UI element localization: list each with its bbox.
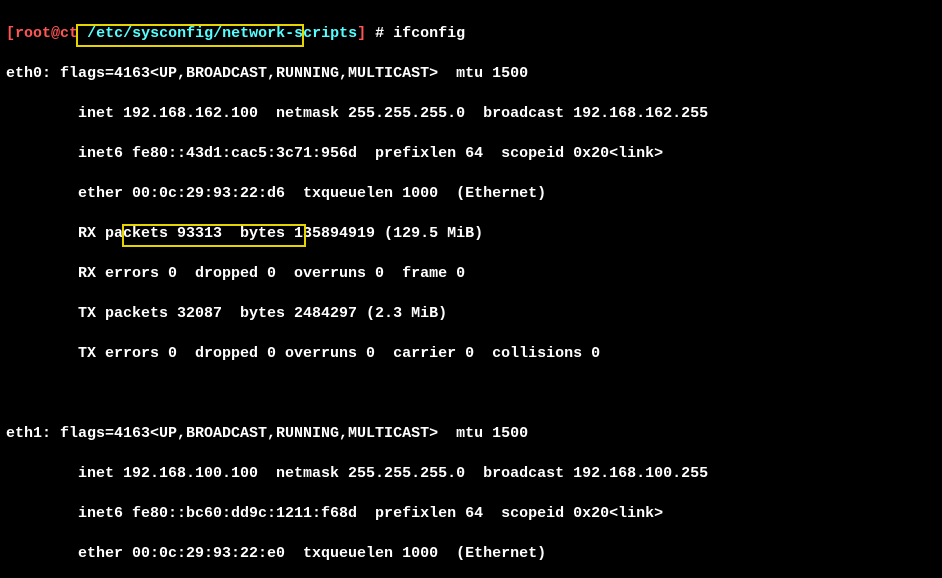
prompt-hash: #: [366, 25, 393, 42]
eth1-inet: inet 192.168.100.100 netmask 255.255.255…: [6, 464, 936, 484]
eth0-tx-errors: TX errors 0 dropped 0 overruns 0 carrier…: [6, 344, 936, 364]
bracket-close: ]: [357, 25, 366, 42]
eth0-inet6: inet6 fe80::43d1:cac5:3c71:956d prefixle…: [6, 144, 936, 164]
prompt-path: /etc/sysconfig/network-scripts: [78, 25, 357, 42]
eth0-ether: ether 00:0c:29:93:22:d6 txqueuelen 1000 …: [6, 184, 936, 204]
bracket-open: [: [6, 25, 15, 42]
eth1-header: eth1: flags=4163<UP,BROADCAST,RUNNING,MU…: [6, 424, 936, 444]
terminal-output: [root@ct /etc/sysconfig/network-scripts]…: [0, 0, 942, 578]
eth1-ether: ether 00:0c:29:93:22:e0 txqueuelen 1000 …: [6, 544, 936, 564]
eth0-inet: inet 192.168.162.100 netmask 255.255.255…: [6, 104, 936, 124]
eth0-rx-errors: RX errors 0 dropped 0 overruns 0 frame 0: [6, 264, 936, 284]
prompt-command: ifconfig: [393, 25, 465, 42]
prompt-at: @: [51, 25, 60, 42]
prompt-host: ct: [60, 25, 78, 42]
eth0-header: eth0: flags=4163<UP,BROADCAST,RUNNING,MU…: [6, 64, 936, 84]
blank-1: [6, 384, 936, 404]
eth0-tx-packets: TX packets 32087 bytes 2484297 (2.3 MiB): [6, 304, 936, 324]
eth1-inet6: inet6 fe80::bc60:dd9c:1211:f68d prefixle…: [6, 504, 936, 524]
prompt-line[interactable]: [root@ct /etc/sysconfig/network-scripts]…: [6, 24, 936, 44]
eth0-rx-packets: RX packets 93313 bytes 135894919 (129.5 …: [6, 224, 936, 244]
prompt-user: root: [15, 25, 51, 42]
